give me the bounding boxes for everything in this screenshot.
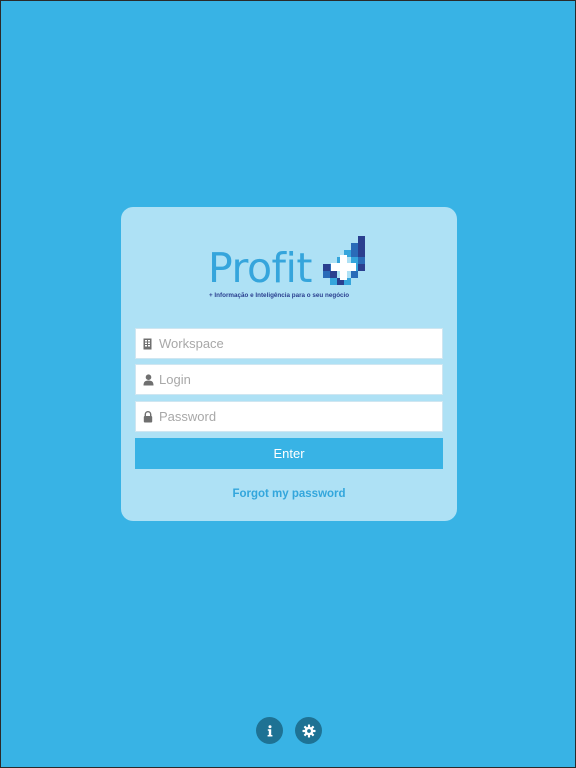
app-screen: Profit + Informação e Inteligência para … bbox=[0, 0, 576, 768]
logo-wordmark: Profit bbox=[208, 244, 312, 292]
password-field[interactable] bbox=[135, 401, 443, 432]
profit-logo: Profit + Informação e Inteligência para … bbox=[207, 235, 373, 305]
login-field[interactable] bbox=[135, 364, 443, 395]
enter-button[interactable]: Enter bbox=[135, 438, 443, 469]
user-icon bbox=[137, 364, 159, 395]
gear-icon bbox=[302, 724, 315, 737]
login-card: Profit + Informação e Inteligência para … bbox=[121, 207, 457, 521]
workspace-field[interactable] bbox=[135, 328, 443, 359]
forgot-password-link[interactable]: Forgot my password bbox=[121, 488, 457, 500]
workspace-input[interactable] bbox=[159, 329, 442, 358]
password-input[interactable] bbox=[159, 402, 442, 431]
pixel-cross-icon bbox=[323, 236, 365, 285]
settings-button[interactable] bbox=[295, 717, 322, 744]
lock-icon bbox=[137, 401, 159, 432]
login-input[interactable] bbox=[159, 365, 442, 394]
building-icon bbox=[137, 328, 159, 359]
info-button[interactable] bbox=[256, 717, 283, 744]
logo-tagline: + Informação e Inteligência para o seu n… bbox=[209, 292, 350, 299]
info-icon bbox=[267, 724, 272, 736]
